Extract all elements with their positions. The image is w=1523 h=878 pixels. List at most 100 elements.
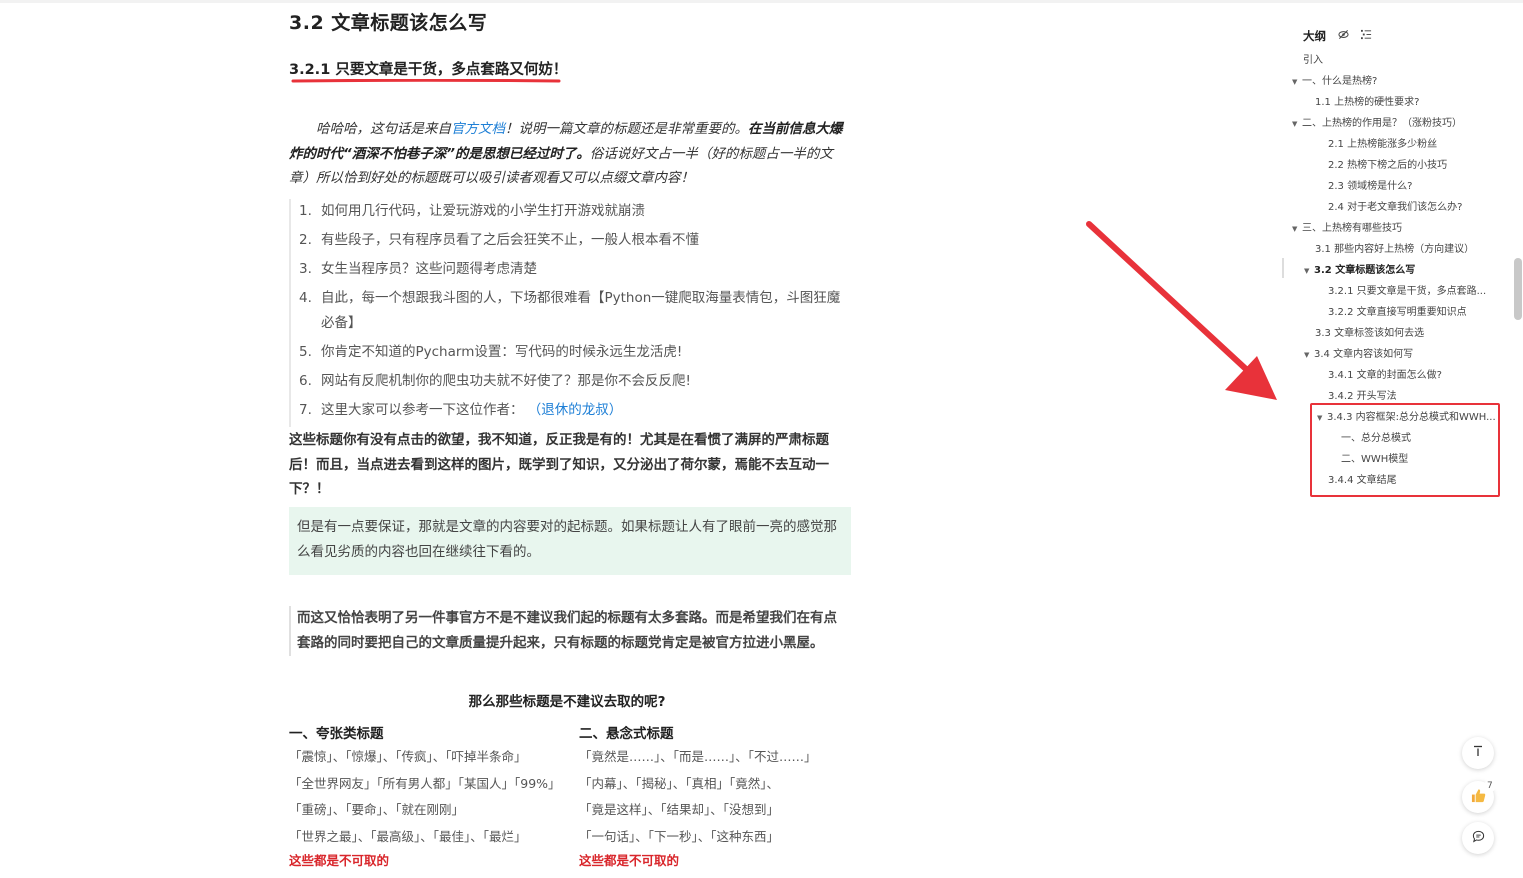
scrollbar-thumb[interactable] xyxy=(1514,258,1522,320)
blockquote: 而这又恰恰表明了另一件事官方不是不建议我们起的标题有太多套路。而是希望我们在有点… xyxy=(289,606,849,656)
exaggeration-titles-column: 一、夸张类标题 「震惊」、「惊爆」、「传疯」、「吓掉半条命」 「全世界网友」「所… xyxy=(289,722,569,871)
outline-item[interactable]: ▼ 3.4 文章内容该如何写 xyxy=(1304,345,1413,365)
red-highlight-box xyxy=(1310,403,1500,497)
outline-item[interactable]: ▼ 二、上热榜的作用是？（涨粉技巧） xyxy=(1292,114,1462,134)
eye-off-icon[interactable] xyxy=(1338,29,1349,43)
keyword-line: 「内幕」、「揭秘」、「真相」「竟然」、 xyxy=(579,775,780,791)
list-icon[interactable] xyxy=(1361,29,1372,43)
subsection-heading: 3.2.1 只要文章是干货，多点套路又何妨！ xyxy=(289,62,568,78)
outline-label: 一、什么是热榜? xyxy=(1302,76,1378,87)
intro-paragraph: 哈哈哈，这句话是来自官方文档！说明一篇文章的标题还是非常重要的。在当前信息大爆炸… xyxy=(289,117,845,191)
outline-item-active[interactable]: ▼ 3.2 文章标题该怎么写 xyxy=(1304,261,1415,281)
official-docs-link[interactable]: 官方文档 xyxy=(451,121,505,137)
list-text: 女生当程序员？这些问题得考虑清楚 xyxy=(321,261,537,277)
outline-item[interactable]: 3.3 文章标签该如何去选 xyxy=(1315,324,1424,344)
keyword-line: 「竟然是……」、「而是……」、「不过……」 xyxy=(579,749,817,764)
outline-header: 大纲 xyxy=(1303,28,1372,44)
outline-item[interactable]: 2.2 热榜下榜之后的小技巧 xyxy=(1328,156,1447,176)
section-heading: 3.2 文章标题该怎么写 xyxy=(289,12,488,34)
suspense-titles-column: 二、悬念式标题 「竟然是……」、「而是……」、「不过……」 「内幕」、「揭秘」、… xyxy=(579,722,859,871)
outline-label: 二、上热榜的作用是？（涨粉技巧） xyxy=(1302,118,1462,129)
caret-down-icon[interactable]: ▼ xyxy=(1292,72,1302,92)
list-item: 7. 这里大家可以参考一下这位作者： （退休的龙叔） xyxy=(291,398,853,423)
caret-down-icon[interactable]: ▼ xyxy=(1304,345,1314,365)
list-number: 4. xyxy=(299,290,312,306)
outline-item[interactable]: 2.3 领域榜是什么? xyxy=(1328,177,1412,197)
bold-paragraph: 这些标题你有没有点击的欲望，我不知道，反正我是有的！尤其是在看惯了满屏的严肃标题… xyxy=(289,432,829,497)
list-number: 1. xyxy=(299,203,312,219)
list-item: 4. 自此，每一个想跟我斗图的人，下场都很难看【Python一键爬取海量表情包，斗… xyxy=(291,286,853,335)
caret-down-icon[interactable]: ▼ xyxy=(1292,219,1302,239)
outline-item[interactable]: 3.2.1 只要文章是干货，多点套路... xyxy=(1328,282,1486,302)
list-number: 7. xyxy=(299,401,312,418)
outline-item[interactable]: 1.1 上热榜的硬性要求? xyxy=(1315,93,1419,113)
intro-text-1: 哈哈哈，这句话是来自 xyxy=(316,121,451,137)
outline-label: 3.2 文章标题该怎么写 xyxy=(1314,265,1416,276)
keyword-line: 「重磅」、「要命」、「就在刚刚」 xyxy=(289,802,465,818)
column-title: 一、夸张类标题 xyxy=(289,726,384,742)
list-text: 如何用几行代码，让爱玩游戏的小学生打开游戏就崩溃 xyxy=(321,203,645,219)
outline-label: 3.2.2 文章直接写明重要知识点 xyxy=(1328,307,1467,318)
outline-label: 3.2.1 只要文章是干货，多点套路... xyxy=(1328,286,1487,297)
outline-label: 引入 xyxy=(1303,55,1323,66)
outline-label: 三、上热榜有哪些技巧 xyxy=(1302,223,1402,234)
red-arrow-annotation xyxy=(1086,221,1277,400)
back-to-top-icon xyxy=(1472,745,1484,761)
caret-down-icon[interactable]: ▼ xyxy=(1304,261,1314,281)
example-titles-list: 1. 如何用几行代码，让爱玩游戏的小学生打开游戏就崩溃 2. 有些段子，只有程序员看… xyxy=(289,199,853,427)
list-item: 3. 女生当程序员？这些问题得考虑清楚 xyxy=(291,257,853,282)
list-text: 有些段子，只有程序员看了之后会狂笑不止，一般人根本看不懂 xyxy=(321,232,699,248)
top-divider xyxy=(0,0,1523,3)
list-text: 网站有反爬机制你的爬虫功夫就不好使了？那是你不会反反爬! xyxy=(321,372,691,389)
outline-active-indicator xyxy=(1282,258,1284,278)
keyword-line: 「震惊」、「惊爆」、「传疯」、「吓掉半条命」 xyxy=(289,749,527,764)
outline-label: 2.2 热榜下榜之后的小技巧 xyxy=(1328,160,1448,171)
outline-item[interactable]: 引入 xyxy=(1303,51,1323,71)
keyword-line: 「一句话」、「下一秒」、「这种东西」 xyxy=(579,829,780,845)
thumbs-up-icon xyxy=(1471,788,1486,807)
list-text: 自此，每一个想跟我斗图的人，下场都很难看【Python一键爬取海量表情包，斗图狂… xyxy=(321,290,841,331)
outline-title: 大纲 xyxy=(1303,29,1326,43)
red-underline-annotation xyxy=(291,79,561,83)
list-item: 2. 有些段子，只有程序员看了之后会狂笑不止，一般人根本看不懂 xyxy=(291,228,853,253)
author-link[interactable]: （退休的龙叔） xyxy=(528,402,623,418)
outline-label: 3.4.2 开头写法 xyxy=(1328,391,1397,402)
outline-item[interactable]: ▼ 三、上热榜有哪些技巧 xyxy=(1292,219,1402,239)
warning-text: 这些都是不可取的 xyxy=(289,852,390,868)
list-item: 1. 如何用几行代码，让爱玩游戏的小学生打开游戏就崩溃 xyxy=(291,199,853,224)
like-count-badge: 7 xyxy=(1484,780,1496,792)
list-text-prefix: 这里大家可以参考一下这位作者： xyxy=(321,401,524,418)
list-text: 这里大家可以参考一下这位作者： （退休的龙叔） xyxy=(321,398,853,423)
outline-label: 3.4.1 文章的封面怎么做? xyxy=(1328,370,1442,381)
list-number: 5. xyxy=(299,343,312,360)
back-to-top-button[interactable] xyxy=(1462,737,1494,769)
outline-label: 2.4 对于老文章我们该怎么办? xyxy=(1328,202,1463,213)
column-title: 二、悬念式标题 xyxy=(579,726,674,742)
outline-item[interactable]: 3.4.1 文章的封面怎么做? xyxy=(1328,366,1442,386)
outline-label: 1.1 上热榜的硬性要求? xyxy=(1315,97,1420,108)
list-number: 6. xyxy=(299,372,312,389)
list-text: 你肯定不知道的Pycharm设置：写代码的时候永远生龙活虎! xyxy=(321,343,683,360)
outline-label: 3.3 文章标签该如何去选 xyxy=(1315,328,1425,339)
list-number: 2. xyxy=(299,232,312,248)
list-item: 5. 你肯定不知道的Pycharm设置：写代码的时候永远生龙活虎! xyxy=(291,340,853,365)
outline-item[interactable]: ▼ 一、什么是热榜? xyxy=(1292,72,1377,92)
outline-item[interactable]: 2.1 上热榜能涨多少粉丝 xyxy=(1328,135,1437,155)
list-item: 6. 网站有反爬机制你的爬虫功夫就不好使了？那是你不会反反爬! xyxy=(291,369,853,394)
outline-item[interactable]: 3.2.2 文章直接写明重要知识点 xyxy=(1328,303,1467,323)
keyword-line: 「世界之最」、「最高级」、「最佳」、「最烂」 xyxy=(289,829,527,845)
outline-label: 3.1 那些内容好上热榜（方向建议） xyxy=(1315,244,1475,255)
outline-label: 2.1 上热榜能涨多少粉丝 xyxy=(1328,139,1438,150)
tip-callout: 但是有一点要保证，那就是文章的内容要对的起标题。如果标题让人有了眼前一亮的感觉那… xyxy=(289,507,851,575)
outline-label: 3.4 文章内容该如何写 xyxy=(1314,349,1414,360)
caret-down-icon[interactable]: ▼ xyxy=(1292,114,1302,134)
keyword-line: 「全世界网友」「所有男人都」「某国人」「99%」 xyxy=(289,775,561,791)
centered-question: 那么那些标题是不建议去取的呢? xyxy=(468,694,666,710)
warning-text: 这些都是不可取的 xyxy=(579,852,680,868)
keyword-line: 「竟是这样」、「结果却」、「没想到」 xyxy=(579,802,780,818)
outline-item[interactable]: 3.1 那些内容好上热榜（方向建议） xyxy=(1315,240,1474,260)
comment-button[interactable] xyxy=(1462,822,1494,854)
intro-text-2: ！说明一篇文章的标题还是非常重要的。 xyxy=(505,121,748,137)
outline-item[interactable]: 2.4 对于老文章我们该怎么办? xyxy=(1328,198,1462,218)
outline-label: 2.3 领域榜是什么? xyxy=(1328,181,1413,192)
